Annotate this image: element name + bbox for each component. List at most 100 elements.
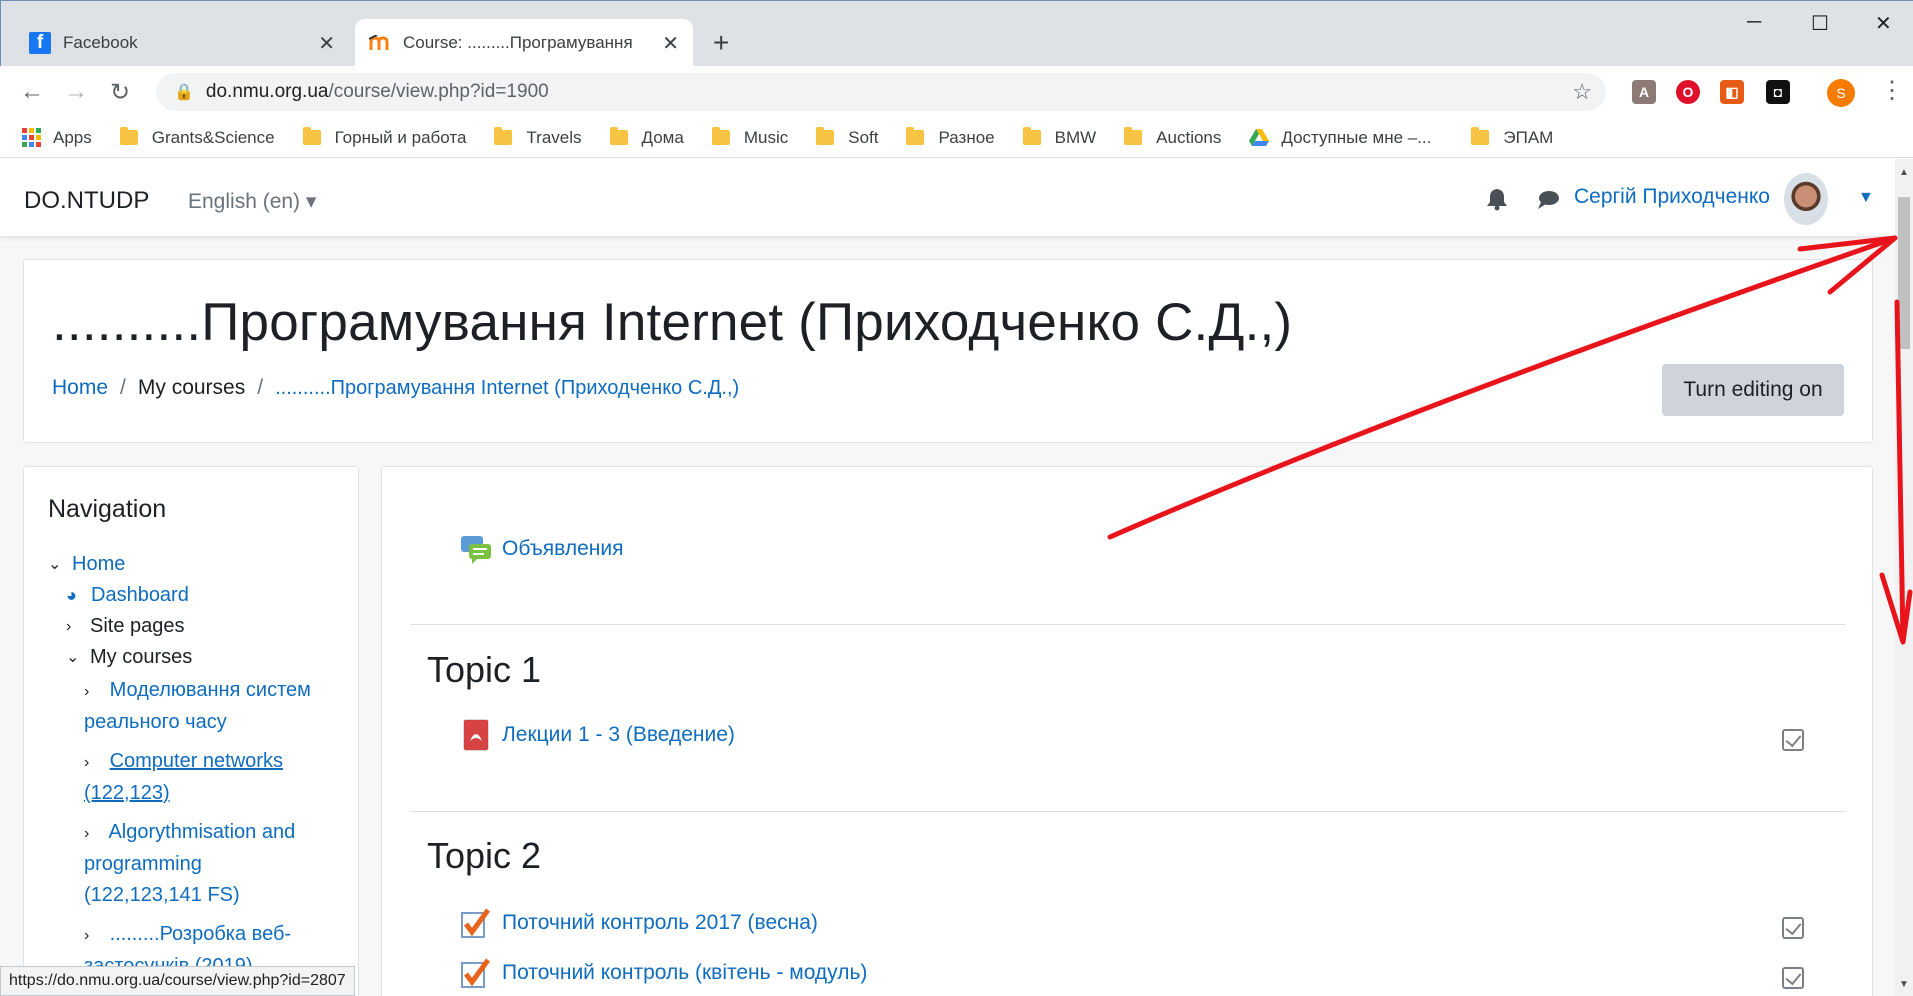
bookmark-label: Доступные мне –...	[1281, 127, 1432, 147]
nav-course-label[interactable]: Моделювання систем	[110, 679, 311, 701]
breadcrumb-my-courses[interactable]: My courses	[138, 376, 245, 400]
close-tab-icon[interactable]: ✕	[662, 31, 679, 56]
nav-my-courses[interactable]: ⌄ My courses	[48, 642, 348, 673]
status-bar-url: https://do.nmu.org.ua/course/view.php?id…	[0, 966, 355, 996]
activity-name[interactable]: Поточний контроль 2017 (весна)	[502, 911, 818, 935]
tab-facebook[interactable]: f Facebook ✕	[29, 19, 349, 67]
page-scrollbar[interactable]: ▲ ▼	[1895, 159, 1913, 996]
nav-course-label[interactable]: programming	[84, 853, 202, 875]
breadcrumb-current-course[interactable]: ..........Програмування Internet (Приход…	[275, 377, 739, 400]
nav-course-label[interactable]: Algorythmisation and	[108, 821, 295, 843]
nav-course-item[interactable]: › Computer networks (122,123)	[84, 746, 348, 809]
opera-extension-icon[interactable]: O	[1676, 80, 1700, 104]
browser-menu-icon[interactable]: ⋮	[1880, 76, 1904, 105]
bookmark-folder[interactable]: Grants&Science	[119, 127, 275, 148]
tab-title: Facebook	[63, 33, 138, 52]
bookmarks-bar: Apps Grants&Science Горный и работа Trav…	[0, 118, 1913, 158]
bookmark-label: Дома	[641, 127, 684, 147]
chevron-right-icon[interactable]: ›	[84, 747, 104, 778]
user-avatar[interactable]	[1784, 173, 1828, 225]
chevron-down-icon[interactable]: ⌄	[66, 642, 90, 673]
forward-arrow-icon[interactable]: →	[64, 78, 88, 106]
scroll-down-icon[interactable]: ▼	[1899, 979, 1909, 990]
pdf-extension-icon[interactable]: A	[1632, 80, 1656, 104]
turn-editing-on-button[interactable]: Turn editing on	[1662, 364, 1844, 416]
completion-checkbox[interactable]	[1782, 729, 1804, 751]
url-host: do.nmu.org.ua	[205, 81, 329, 102]
bookmark-drive[interactable]: Доступные мне –...	[1249, 128, 1431, 148]
breadcrumb-home[interactable]: Home	[52, 376, 108, 400]
chevron-right-icon[interactable]: ›	[84, 920, 104, 951]
folder-icon	[119, 127, 138, 145]
activity-name[interactable]: Объявления	[502, 537, 623, 561]
folder-icon	[711, 127, 730, 145]
close-tab-icon[interactable]: ✕	[318, 31, 335, 56]
pdf-file-icon	[463, 719, 489, 751]
bookmark-folder[interactable]: Разное	[906, 127, 995, 148]
maximize-button[interactable]: ☐	[1811, 11, 1829, 36]
nav-dashboard-label[interactable]: Dashboard	[91, 580, 189, 611]
section-divider	[410, 811, 1846, 812]
apps-grid-icon	[22, 128, 41, 147]
nav-dashboard[interactable]: ◕ Dashboard	[48, 580, 348, 611]
nav-course-label[interactable]: реального часу	[84, 711, 227, 733]
bookmark-apps[interactable]: Apps	[22, 128, 92, 148]
bookmark-label: Auctions	[1156, 127, 1222, 147]
nav-course-item[interactable]: › Моделювання систем реального часу	[84, 675, 348, 738]
activity-name[interactable]: Лекции 1 - 3 (Введение)	[502, 723, 735, 747]
activity-quiz[interactable]: Поточний контроль (квітень - модуль)	[460, 957, 867, 989]
completion-checkbox[interactable]	[1782, 917, 1804, 939]
nav-course-label[interactable]: .........Розробка веб-	[110, 923, 292, 945]
bookmark-folder[interactable]: ЭПАМ	[1471, 127, 1553, 148]
moodle-icon	[369, 32, 391, 54]
chevron-right-icon[interactable]: ›	[66, 611, 90, 642]
bookmark-label: Apps	[53, 127, 92, 147]
minimize-button[interactable]: ─	[1747, 11, 1761, 34]
bookmark-folder[interactable]: Горный и работа	[302, 127, 466, 148]
nav-course-item[interactable]: › Algorythmisation and programming (122,…	[84, 817, 348, 911]
bookmark-folder[interactable]: Soft	[816, 127, 878, 148]
scrollbar-thumb[interactable]	[1898, 197, 1910, 349]
chevron-right-icon[interactable]: ›	[84, 676, 104, 707]
nav-site-pages-label[interactable]: Site pages	[90, 611, 185, 642]
bookmark-folder[interactable]: Auctions	[1124, 127, 1222, 148]
new-tab-button[interactable]: +	[713, 27, 729, 59]
tab-course[interactable]: Course: .........Програмування Internet …	[355, 19, 693, 67]
activity-announcements[interactable]: Объявления	[460, 533, 623, 565]
bookmark-star-icon[interactable]: ☆	[1572, 79, 1592, 105]
profile-avatar[interactable]: S	[1827, 79, 1855, 107]
chevron-down-icon[interactable]: ⌄	[48, 549, 72, 580]
course-header: ..........Програмування Internet (Приход…	[23, 259, 1873, 443]
completion-checkbox[interactable]	[1782, 967, 1804, 989]
activity-lectures[interactable]: Лекции 1 - 3 (Введение)	[460, 719, 735, 751]
user-name[interactable]: Сергій Приходченко	[1574, 185, 1770, 209]
nav-home-label[interactable]: Home	[72, 549, 125, 580]
bookmark-folder[interactable]: Travels	[494, 127, 582, 148]
bookmark-folder[interactable]: Music	[711, 127, 788, 148]
nav-my-courses-label[interactable]: My courses	[90, 642, 192, 673]
chevron-down-icon[interactable]: ▼	[1858, 189, 1874, 207]
address-bar[interactable]: 🔒 do.nmu.org.ua /course/view.php?id=1900…	[156, 73, 1606, 111]
nav-course-label[interactable]: (122,123)	[84, 782, 170, 804]
nav-home[interactable]: ⌄ Home	[48, 549, 348, 580]
messages-icon[interactable]	[1536, 189, 1560, 211]
back-arrow-icon[interactable]: ←	[20, 78, 44, 106]
close-window-button[interactable]: ✕	[1875, 11, 1892, 36]
clipboard-extension-icon[interactable]: ◘	[1766, 80, 1790, 104]
site-brand[interactable]: DO.NTUDP	[24, 187, 149, 215]
nav-course-label[interactable]: (122,123,141 FS)	[84, 884, 240, 906]
bookmark-folder[interactable]: Дома	[609, 127, 684, 148]
notifications-bell-icon[interactable]	[1486, 187, 1508, 211]
chevron-right-icon[interactable]: ›	[84, 818, 104, 849]
reload-icon[interactable]: ↻	[110, 78, 130, 107]
bookmark-folder[interactable]: BMW	[1022, 127, 1096, 148]
nav-site-pages[interactable]: › Site pages	[48, 611, 348, 642]
nav-course-label[interactable]: Computer networks	[110, 750, 283, 772]
language-menu[interactable]: English (en) ▾	[188, 189, 316, 214]
office-extension-icon[interactable]: ◧	[1720, 80, 1744, 104]
activity-quiz[interactable]: Поточний контроль 2017 (весна)	[460, 907, 818, 939]
scroll-up-icon[interactable]: ▲	[1899, 167, 1909, 178]
course-content: Объявления Topic 1 Лекции 1 - 3 (Введени…	[381, 466, 1873, 996]
activity-name[interactable]: Поточний контроль (квітень - модуль)	[502, 961, 867, 985]
page-title: ..........Програмування Internet (Приход…	[52, 293, 1293, 352]
